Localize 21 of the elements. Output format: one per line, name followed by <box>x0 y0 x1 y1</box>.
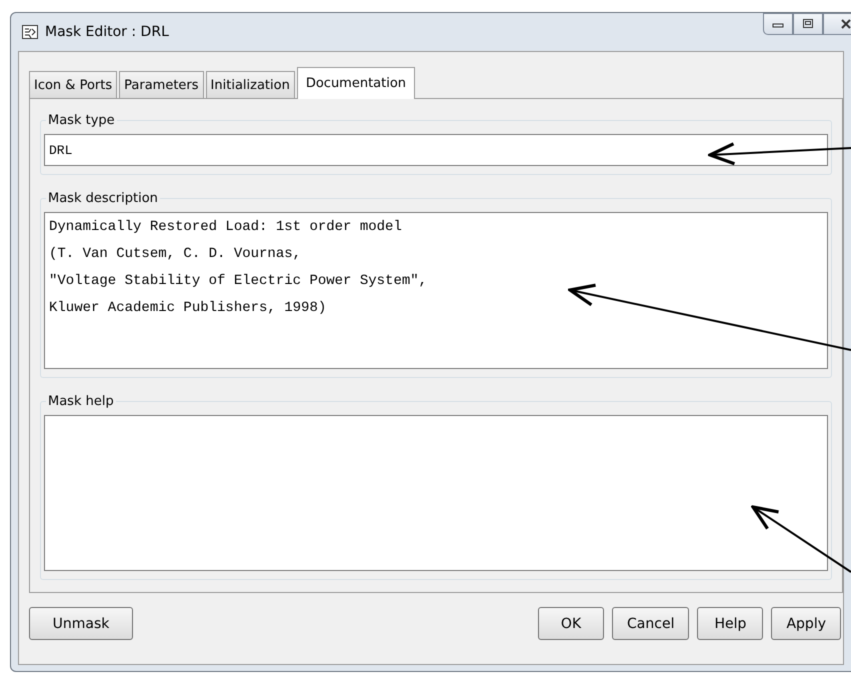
group-label: Mask help <box>47 394 115 409</box>
minimize-button[interactable] <box>763 13 793 35</box>
maximize-icon <box>802 19 814 29</box>
dialog-button[interactable]: Cancel <box>612 607 690 640</box>
group-label: Mask description <box>47 191 159 206</box>
block-icon <box>22 25 38 39</box>
description-field[interactable]: Dynamically Restored Load: 1st order model (T. Van Cutsem, C. D. Vournas, "Voltage Stability of Electric Power System", Kluwer Academic Publishers, 1998) <box>44 212 828 369</box>
dialog-button[interactable]: Help <box>697 607 764 640</box>
maximize-button[interactable] <box>793 13 823 35</box>
dialog-button[interactable]: Apply <box>771 607 841 640</box>
unmask-button[interactable]: Unmask <box>29 607 133 640</box>
tab[interactable]: Parameters <box>119 71 204 98</box>
window-title: Mask Editor : DRL <box>45 24 169 40</box>
tab[interactable]: Initialization <box>206 71 295 98</box>
tab[interactable]: Icon & Ports <box>29 71 118 98</box>
dialog-button[interactable]: OK <box>538 607 604 640</box>
tab[interactable]: Documentation <box>296 67 416 99</box>
close-icon <box>840 19 851 29</box>
mask-type-field[interactable]: DRL <box>44 134 828 166</box>
help-field[interactable] <box>44 415 828 571</box>
group-label: Mask type <box>47 113 116 128</box>
